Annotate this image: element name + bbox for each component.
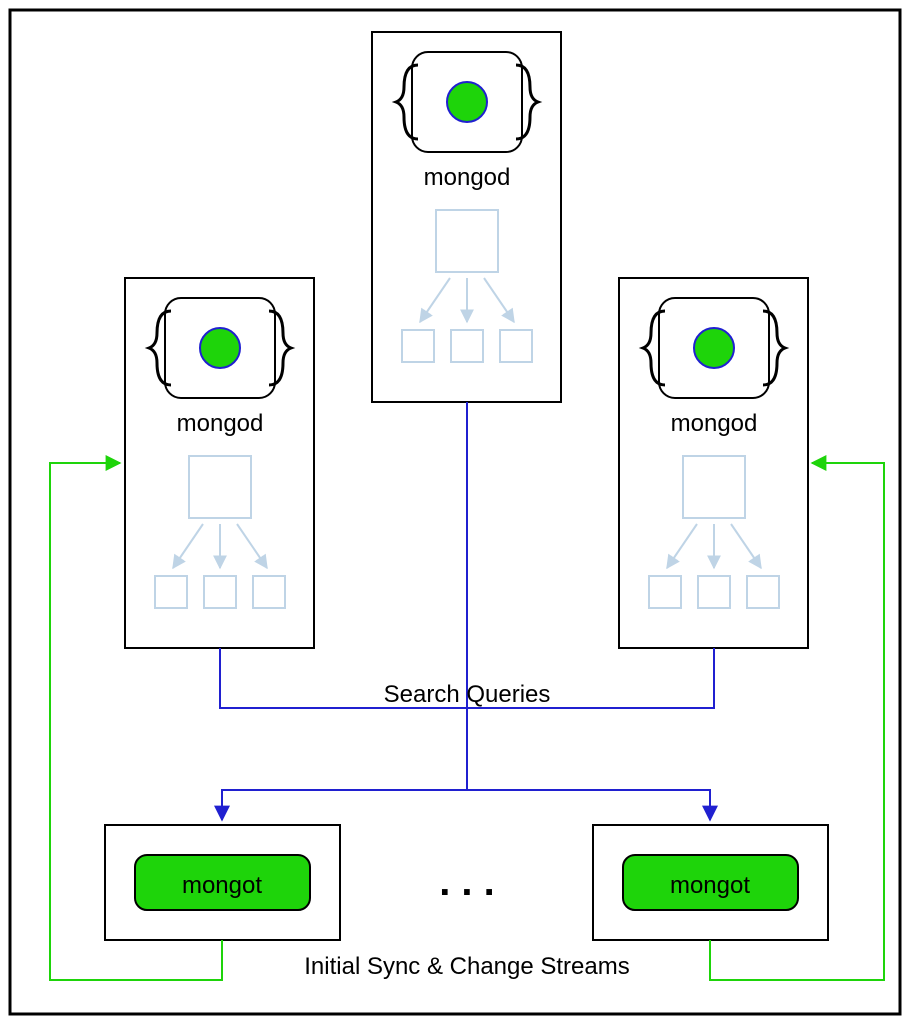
mongod-top-dot-icon bbox=[447, 82, 487, 122]
mongot-right: mongot bbox=[593, 825, 828, 940]
mongod-right-dot-icon bbox=[694, 328, 734, 368]
mongod-left: mongod bbox=[125, 278, 314, 648]
diagram-root: mongod mongod bbox=[0, 0, 910, 1024]
mongot-right-label: mongot bbox=[670, 872, 750, 899]
mongod-left-dot-icon bbox=[200, 328, 240, 368]
search-queries-caption: Search Queries bbox=[384, 681, 551, 708]
mongot-left-label: mongot bbox=[182, 872, 262, 899]
sync-streams-caption: Initial Sync & Change Streams bbox=[304, 953, 630, 980]
mongot-left: mongot bbox=[105, 825, 340, 940]
ellipsis: . . . bbox=[439, 860, 495, 904]
mongod-right-label: mongod bbox=[671, 410, 758, 437]
mongod-top: mongod bbox=[372, 32, 561, 402]
mongod-left-label: mongod bbox=[177, 410, 264, 437]
mongod-top-label: mongod bbox=[424, 164, 511, 191]
mongod-right: mongod bbox=[619, 278, 808, 648]
